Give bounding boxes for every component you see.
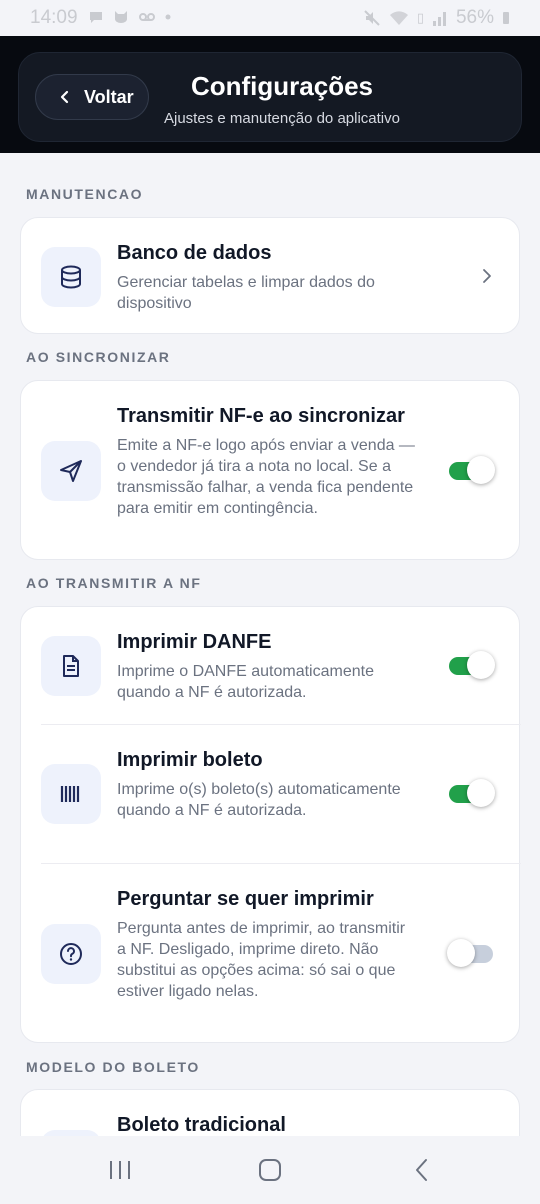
section-label-on-transmit: AO TRANSMITIR A NF [26, 575, 202, 591]
back-button-label: Voltar [84, 86, 134, 107]
page-title: Configurações [190, 71, 374, 101]
row-print-boleto: Imprimir boleto Imprime o(s) boleto(s) a… [21, 725, 521, 863]
back-icon [416, 1159, 427, 1181]
row-description: Pergunta antes de imprimir, ao transmiti… [117, 920, 406, 1000]
database-icon [61, 265, 81, 289]
row-database[interactable]: Banco de dados Gerenciar tabelas e limpa… [21, 218, 521, 335]
row-description: Emite a NF-e logo após enviar a venda — … [117, 437, 415, 517]
row-print-danfe: Imprimir DANFE Imprime o DANFE automatic… [21, 607, 521, 725]
card-maintenance: Banco de dados Gerenciar tabelas e limpa… [20, 217, 520, 334]
home-icon [259, 1159, 281, 1181]
toggle-knob [467, 456, 495, 484]
volte-icon: ▯ [416, 10, 424, 25]
home-button[interactable] [250, 1156, 290, 1184]
voicemail-icon [139, 13, 155, 21]
row-title: Imprimir DANFE [117, 631, 272, 653]
status-bar: 14:09 ▯ 56% [0, 0, 540, 36]
section-label-maintenance: MANUTENCAO [26, 186, 144, 202]
row-ask-print: Perguntar se quer imprimir Pergunta ante… [21, 864, 521, 1044]
row-transmit-nfe: Transmitir NF-e ao sincronizar Emite a N… [21, 381, 521, 561]
mute-icon [364, 10, 380, 26]
send-icon [60, 460, 82, 482]
system-nav-bar [0, 1136, 540, 1204]
row-description: Imprime o(s) boleto(s) automaticamente q… [117, 781, 401, 819]
recent-apps-button[interactable] [100, 1156, 140, 1184]
cat-icon [115, 11, 127, 23]
signal-icon [432, 12, 446, 26]
toggle-knob [447, 939, 475, 967]
card-on-transmit: Imprimir DANFE Imprime o DANFE automatic… [20, 606, 521, 1044]
barcode-icon-box [41, 764, 101, 824]
recent-apps-icon [110, 1161, 130, 1179]
send-icon-box [41, 441, 101, 501]
transmit-nfe-toggle[interactable] [447, 456, 495, 484]
print-boleto-toggle[interactable] [447, 779, 495, 807]
chevron-left-icon [60, 90, 69, 104]
page-subtitle: Ajustes e manutenção do aplicativo [164, 110, 400, 127]
row-title: Perguntar se quer imprimir [117, 888, 374, 910]
chevron-right-icon [483, 269, 491, 283]
toggle-knob [467, 779, 495, 807]
wifi-icon [389, 11, 408, 25]
battery-percent: 56% [455, 7, 494, 28]
status-right: ▯ 56% [363, 7, 510, 29]
status-left-icons [88, 9, 172, 25]
status-time: 14:09 [30, 7, 78, 28]
card-on-sync: Transmitir NF-e ao sincronizar Emite a N… [20, 380, 520, 560]
section-label-on-sync: AO SINCRONIZAR [26, 349, 171, 365]
dot-icon [165, 14, 171, 20]
question-icon-box [41, 924, 101, 984]
header-card: Voltar Configurações Ajustes e manutençã… [18, 52, 522, 142]
battery-icon [503, 12, 509, 24]
ask-print-toggle[interactable] [447, 939, 495, 967]
row-description: Imprime o DANFE automaticamente quando a… [117, 663, 374, 701]
print-danfe-toggle[interactable] [447, 651, 495, 679]
chat-bubble-icon [90, 12, 102, 23]
row-title: Boleto tradicional [117, 1114, 286, 1136]
row-title: Imprimir boleto [117, 749, 263, 771]
document-icon [63, 655, 79, 677]
row-title: Banco de dados [117, 242, 272, 264]
back-nav-button[interactable] [402, 1156, 442, 1184]
question-icon [60, 943, 82, 965]
back-button[interactable]: Voltar [35, 74, 149, 120]
row-title: Transmitir NF-e ao sincronizar [117, 405, 405, 427]
toggle-knob [467, 651, 495, 679]
section-label-boleto-model: MODELO DO BOLETO [26, 1059, 200, 1075]
database-icon-box [41, 247, 101, 307]
barcode-icon [60, 786, 80, 802]
document-icon-box [41, 636, 101, 696]
row-description: Gerenciar tabelas e limpar dados do disp… [117, 274, 375, 312]
